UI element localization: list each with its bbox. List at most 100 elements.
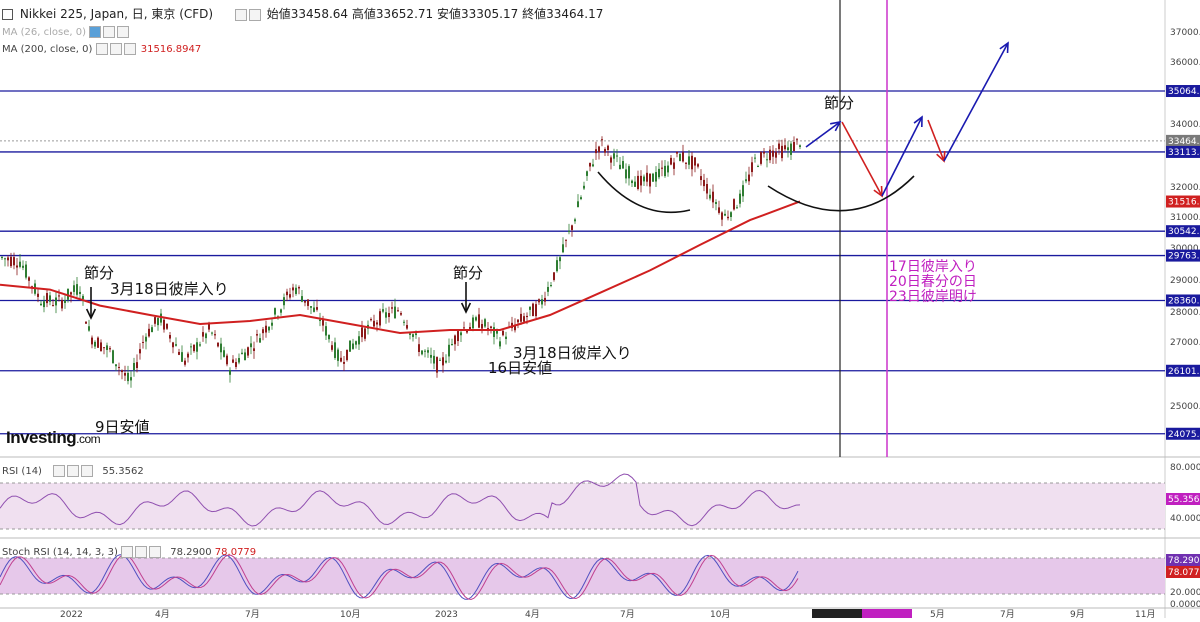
annotation-setsubun-3: 節分 — [824, 94, 855, 112]
candle-body — [76, 284, 78, 295]
instrument-title: Nikkei 225, Japan, 日, 東京 (CFD) — [19, 7, 214, 21]
candle-body — [292, 287, 294, 291]
candle-body — [586, 171, 588, 176]
candle-body — [688, 156, 690, 165]
candle-body — [64, 300, 66, 303]
candle-body — [316, 307, 318, 310]
candle-body — [49, 295, 51, 302]
close-icon[interactable] — [81, 465, 94, 477]
candle-body — [580, 197, 582, 200]
candle-body — [247, 347, 249, 356]
candle-body — [130, 377, 132, 381]
candle-body — [211, 332, 213, 334]
price-axis-label-0: 37000.00 — [1170, 28, 1200, 38]
candle-body — [157, 318, 159, 326]
close-icon[interactable] — [123, 43, 136, 55]
candle-body — [223, 350, 225, 357]
candle-body — [259, 338, 261, 343]
time-axis-label-2: 7月 — [245, 609, 260, 618]
settings-icon[interactable] — [53, 465, 66, 477]
candle-body — [334, 342, 336, 358]
settings-icon[interactable] — [103, 26, 116, 38]
time-axis-label-4: 2023 — [435, 610, 458, 618]
candle-body — [154, 317, 156, 324]
candle-body — [553, 272, 555, 280]
candle-body — [457, 331, 459, 342]
candle-body — [145, 336, 147, 342]
annotation-higan-1: 3月18日彼岸入り — [110, 280, 229, 298]
candle-body — [523, 316, 525, 322]
eye-icon[interactable] — [67, 465, 80, 477]
candle-body — [613, 153, 615, 159]
candle-body — [640, 175, 642, 186]
candle-body — [526, 315, 528, 318]
candle-body — [718, 207, 720, 213]
candle-body — [328, 334, 330, 340]
time-axis-label-1: 4月 — [155, 609, 170, 618]
price-axis-label-9: 25000.00 — [1170, 402, 1200, 412]
candle-body — [115, 364, 117, 367]
close-icon[interactable] — [248, 8, 261, 21]
candle-body — [178, 351, 180, 355]
candle-body — [94, 341, 96, 347]
candle-body — [364, 328, 366, 339]
close-value: 33464.17 — [546, 7, 604, 21]
candle-body — [763, 151, 765, 154]
candle-body — [730, 212, 732, 218]
candle-body — [355, 341, 357, 345]
candle-body — [169, 335, 171, 339]
ma26-legend[interactable]: MA (26, close, 0) — [2, 26, 131, 38]
price-tag-label-3: 31516.8 — [1168, 198, 1200, 208]
open-value: 33458.64 — [290, 7, 349, 21]
candle-body — [385, 312, 387, 318]
candle-body — [604, 149, 606, 153]
candle-body — [784, 145, 786, 150]
time-axis-label-12: 11月 — [1135, 609, 1155, 618]
eye-icon[interactable] — [89, 26, 102, 38]
settings-icon[interactable] — [109, 43, 122, 55]
close-icon[interactable] — [117, 26, 130, 38]
candle-body — [658, 168, 660, 178]
price-tag-label-2: 33113.4 — [1168, 148, 1200, 158]
candle-body — [136, 362, 138, 368]
candle-body — [733, 199, 735, 210]
candle-body — [85, 321, 87, 324]
candle-body — [472, 317, 474, 329]
candle-body — [82, 295, 84, 300]
annotation-low-16: 16日安値 — [488, 359, 553, 377]
candle-body — [520, 313, 522, 322]
candle-body — [16, 265, 18, 268]
forecast-arrow-up-3 — [943, 42, 1009, 162]
time-axis-label-6: 7月 — [620, 609, 635, 618]
candle-body — [460, 332, 462, 336]
time-axis-label-9: 5月 — [930, 609, 945, 618]
settings-icon[interactable] — [234, 8, 247, 21]
price-axis-label-8: 27000.00 — [1170, 338, 1200, 348]
candle-body — [52, 305, 54, 307]
candle-body — [376, 322, 378, 325]
candle-body — [622, 161, 624, 169]
candle-body — [295, 287, 297, 294]
candle-body — [325, 326, 327, 336]
rsi-axis-label-1: 40.0000 — [1170, 514, 1200, 524]
close-icon[interactable] — [149, 546, 162, 558]
stoch-legend[interactable]: Stoch RSI (14, 14, 3, 3) 78.2900 78.0779 — [2, 546, 256, 558]
candle-body — [220, 343, 222, 353]
candle-body — [565, 239, 567, 241]
rsi-legend[interactable]: RSI (14) 55.3562 — [2, 465, 144, 477]
candle-body — [109, 348, 111, 350]
candle-body — [139, 349, 141, 354]
settings-icon[interactable] — [121, 546, 134, 558]
rsi-band — [0, 483, 1165, 529]
candle-body — [25, 264, 27, 278]
candle-body — [121, 370, 123, 373]
collapse-icon[interactable] — [2, 9, 13, 20]
candle-body — [778, 143, 780, 150]
ma200-legend[interactable]: MA (200, close, 0) 31516.8947 — [2, 43, 201, 55]
eye-icon[interactable] — [95, 43, 108, 55]
candle-body — [721, 212, 723, 220]
candle-body — [88, 326, 90, 331]
candle-body — [406, 325, 408, 329]
eye-icon[interactable] — [135, 546, 148, 558]
candle-body — [751, 162, 753, 173]
